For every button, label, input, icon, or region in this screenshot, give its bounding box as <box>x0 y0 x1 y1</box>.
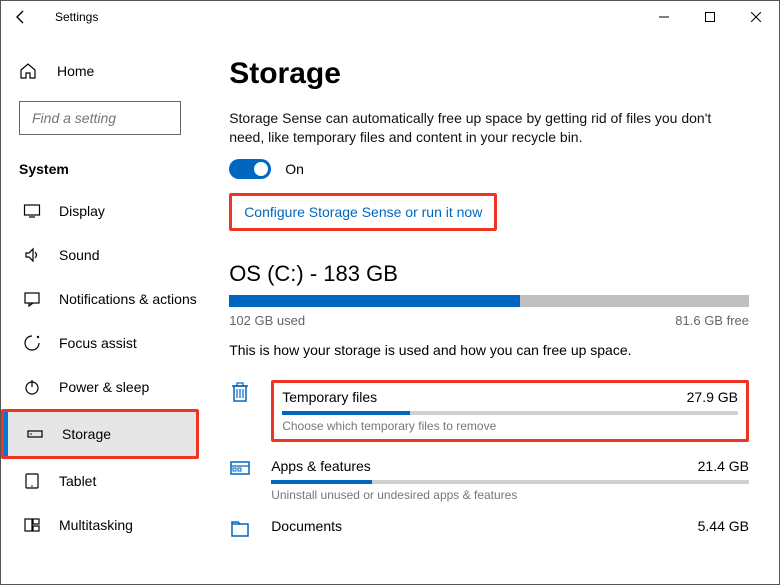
storage-icon <box>26 425 48 443</box>
trash-icon <box>229 380 259 404</box>
group-header-system: System <box>1 149 199 185</box>
sidebar-item-label: Power & sleep <box>59 379 149 395</box>
sidebar-item-label: Notifications & actions <box>59 291 197 307</box>
back-button[interactable] <box>13 9 37 25</box>
disk-title: OS (C:) - 183 GB <box>229 261 749 287</box>
sidebar-item-display[interactable]: Display <box>1 189 199 233</box>
sidebar-item-label: Multitasking <box>59 517 133 533</box>
multitasking-icon <box>23 516 45 534</box>
close-button[interactable] <box>733 1 779 33</box>
sidebar-item-notifications[interactable]: Notifications & actions <box>1 277 199 321</box>
category-size: 5.44 GB <box>698 518 749 534</box>
disk-used-label: 102 GB used <box>229 313 305 328</box>
usage-description: This is how your storage is used and how… <box>229 342 749 358</box>
sidebar-item-label: Tablet <box>59 473 96 489</box>
titlebar: Settings <box>1 1 779 33</box>
page-content: Storage Storage Sense can automatically … <box>199 33 779 584</box>
category-size: 21.4 GB <box>698 458 749 474</box>
apps-icon <box>229 458 259 480</box>
storage-sense-toggle-label: On <box>285 161 304 177</box>
category-sub: Uninstall unused or undesired apps & fea… <box>271 488 749 502</box>
minimize-button[interactable] <box>641 1 687 33</box>
page-title: Storage <box>229 57 749 91</box>
sidebar-item-multitasking[interactable]: Multitasking <box>1 503 199 547</box>
category-documents[interactable]: Documents 5.44 GB <box>229 510 749 548</box>
sidebar-item-tablet[interactable]: Tablet <box>1 459 199 503</box>
category-apps-features[interactable]: Apps & features 21.4 GB Uninstall unused… <box>229 450 749 510</box>
sound-icon <box>23 246 45 264</box>
sidebar-item-sound[interactable]: Sound <box>1 233 199 277</box>
sidebar: Home System Display <box>1 33 199 584</box>
settings-window: Settings Home <box>0 0 780 585</box>
search-input[interactable] <box>30 109 199 127</box>
search-box[interactable] <box>19 101 181 135</box>
sidebar-item-storage[interactable]: Storage <box>4 412 196 456</box>
category-name: Temporary files <box>282 389 377 405</box>
notifications-icon <box>23 290 45 308</box>
disk-usage-bar <box>229 295 749 307</box>
window-title: Settings <box>55 10 98 24</box>
sidebar-item-focus-assist[interactable]: Focus assist <box>1 321 199 365</box>
sidebar-item-power-sleep[interactable]: Power & sleep <box>1 365 199 409</box>
tablet-icon <box>23 472 45 490</box>
disk-free-label: 81.6 GB free <box>675 313 749 328</box>
sidebar-menu: Display Sound Notifications & actions <box>1 189 199 547</box>
sidebar-item-label: Storage <box>62 426 111 442</box>
home-label: Home <box>57 63 94 79</box>
category-name: Documents <box>271 518 342 534</box>
category-size: 27.9 GB <box>687 389 738 405</box>
category-sub: Choose which temporary files to remove <box>282 419 738 433</box>
display-icon <box>23 202 45 220</box>
configure-storage-sense-link[interactable]: Configure Storage Sense or run it now <box>244 204 482 220</box>
sidebar-item-label: Focus assist <box>59 335 137 351</box>
category-name: Apps & features <box>271 458 371 474</box>
home-nav[interactable]: Home <box>1 51 199 91</box>
power-icon <box>23 378 45 396</box>
sidebar-item-label: Display <box>59 203 105 219</box>
storage-sense-description: Storage Sense can automatically free up … <box>229 109 749 147</box>
home-icon <box>19 62 39 80</box>
category-temporary-files[interactable]: Temporary files 27.9 GB Choose which tem… <box>229 372 749 450</box>
storage-sense-toggle[interactable] <box>229 159 271 179</box>
focus-icon <box>23 334 45 352</box>
sidebar-item-label: Sound <box>59 247 99 263</box>
documents-icon <box>229 518 259 540</box>
maximize-button[interactable] <box>687 1 733 33</box>
